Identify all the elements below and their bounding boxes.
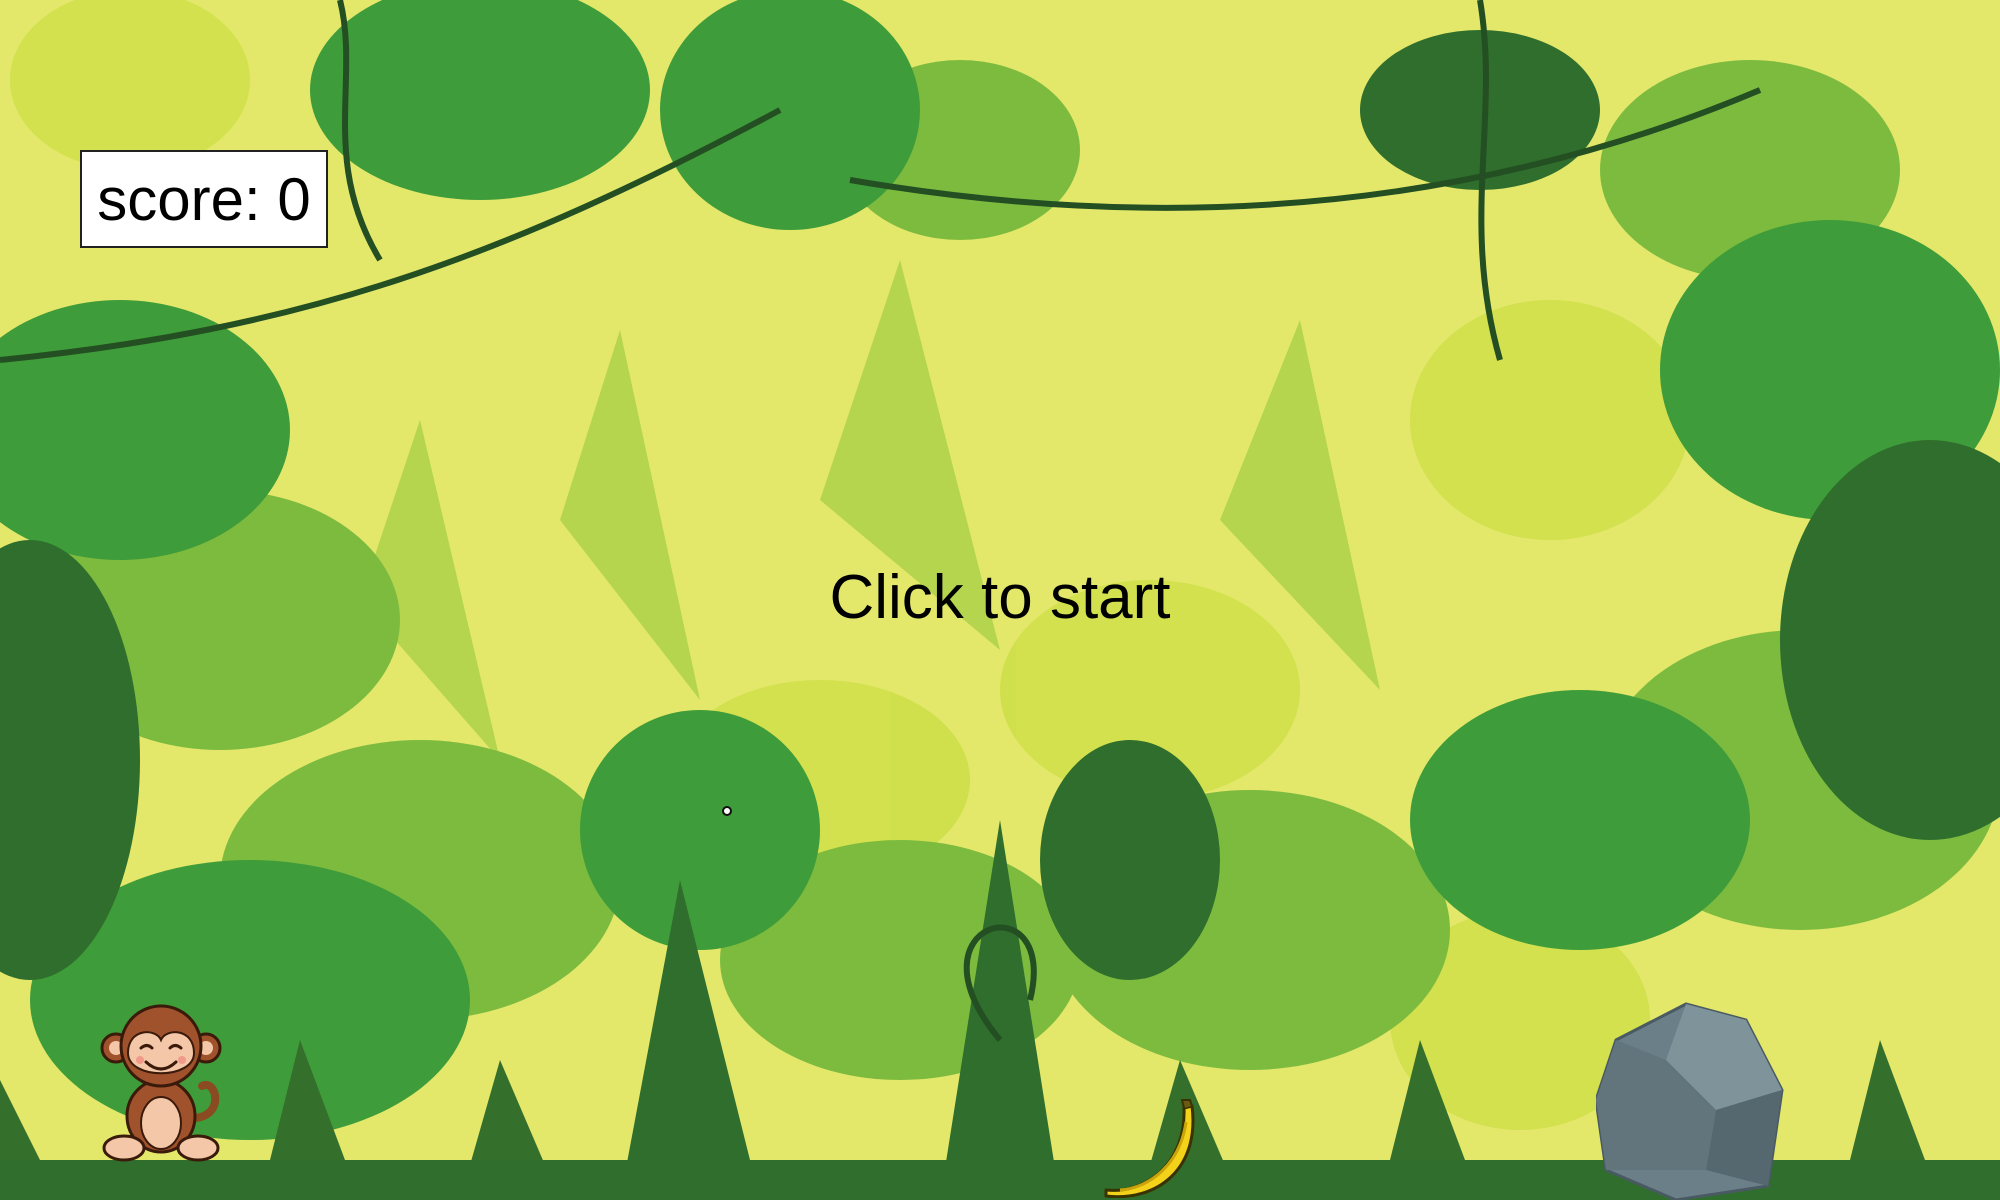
monkey-icon xyxy=(100,1004,222,1162)
banana-icon xyxy=(1104,1099,1195,1198)
mouse-cursor xyxy=(722,806,732,816)
game-canvas[interactable]: score: 0 Click to start xyxy=(0,0,2000,1200)
rock-icon xyxy=(1596,1002,1784,1200)
score-display: score: 0 xyxy=(80,150,328,248)
start-prompt[interactable]: Click to start xyxy=(0,560,2000,636)
score-label: score: 0 xyxy=(97,165,311,233)
